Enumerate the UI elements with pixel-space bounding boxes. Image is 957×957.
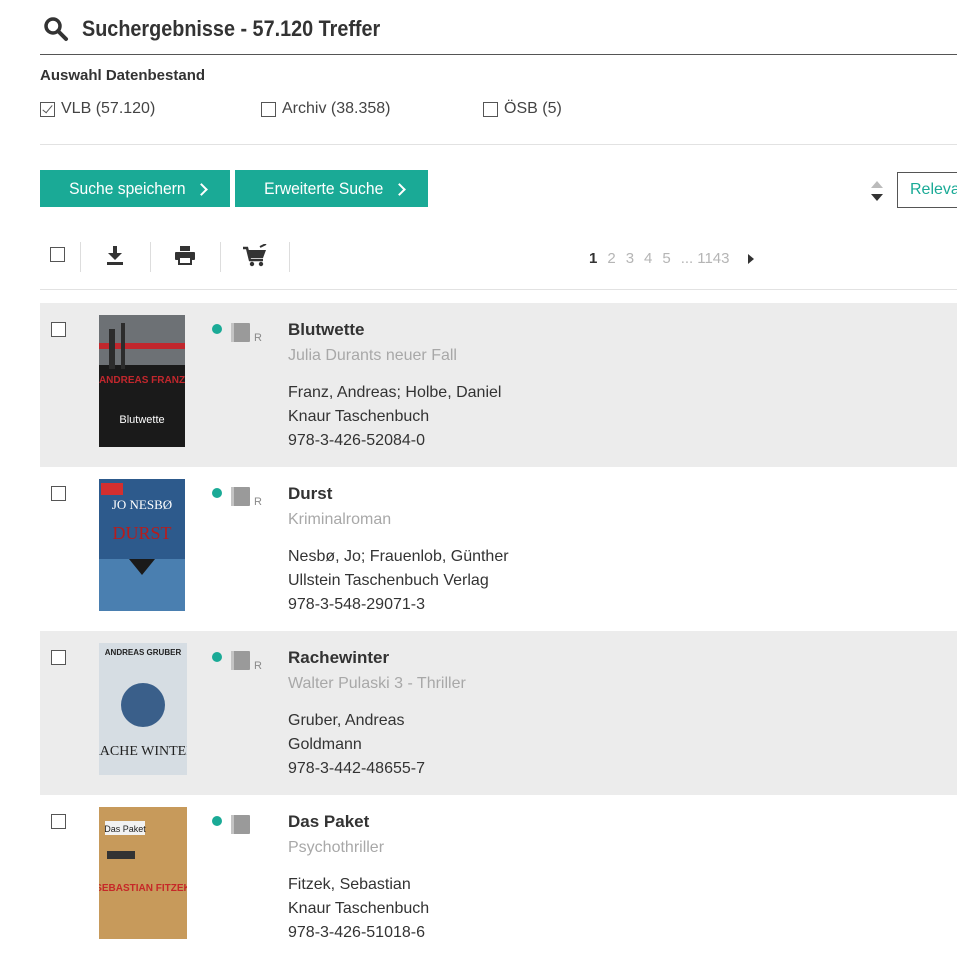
result-isbn: 978-3-426-52084-0: [288, 432, 425, 449]
book-cover[interactable]: JO NESBØ DURST: [99, 479, 185, 611]
availability-dot: [212, 488, 222, 498]
result-checkbox[interactable]: [51, 486, 66, 501]
cart-icon: [243, 244, 267, 267]
result-title[interactable]: Das Paket: [288, 812, 369, 832]
format-mark: R: [254, 496, 262, 508]
cover-title: Blutwette: [119, 414, 164, 426]
dataset-option-label: ÖSB (5): [504, 100, 562, 117]
cover-title: Das Paket: [104, 824, 146, 834]
result-isbn: 978-3-442-48655-7: [288, 760, 425, 777]
dataset-checkbox-osb[interactable]: [483, 101, 498, 117]
cover-author: SEBASTIAN FITZEK: [99, 883, 187, 894]
toolbar-separator: [289, 242, 290, 272]
result-publisher: Ullstein Taschenbuch Verlag: [288, 572, 489, 589]
cart-button[interactable]: [242, 244, 268, 268]
result-isbn: 978-3-426-51018-6: [288, 924, 425, 941]
result-title[interactable]: Blutwette: [288, 320, 365, 340]
advanced-search-label: Erweiterte Suche: [264, 178, 384, 198]
availability-dot: [212, 816, 222, 826]
result-checkbox[interactable]: [51, 322, 66, 337]
result-subtitle: Kriminalroman: [288, 511, 392, 528]
sort-icon[interactable]: [869, 180, 885, 202]
book-icon: [231, 651, 250, 670]
dataset-option-vlb[interactable]: VLB (57.120): [40, 100, 155, 118]
dataset-option-label: Archiv (38.358): [282, 100, 391, 117]
toolbar-separator: [150, 242, 151, 272]
pagination: 1 2 3 4 5 ... 1143: [589, 250, 754, 267]
dataset-option-archiv[interactable]: Archiv (38.358): [261, 100, 391, 118]
availability-dot: [212, 652, 222, 662]
print-button[interactable]: [174, 244, 196, 266]
book-icon: [231, 815, 250, 834]
book-cover[interactable]: Das Paket SEBASTIAN FITZEK: [99, 807, 187, 939]
result-authors: Gruber, Andreas: [288, 712, 405, 729]
select-all-checkbox[interactable]: [50, 247, 65, 262]
format-mark: R: [254, 332, 262, 344]
result-authors: Franz, Andreas; Holbe, Daniel: [288, 384, 502, 401]
sort-select[interactable]: Relevanz: [897, 172, 957, 208]
page-link[interactable]: 5: [662, 250, 670, 267]
availability-dot: [212, 324, 222, 334]
dataset-option-osb[interactable]: ÖSB (5): [483, 100, 562, 118]
cover-author: JO NESBØ: [112, 497, 172, 512]
page-title: Suchergebnisse - 57.120 Treffer: [82, 16, 381, 41]
result-checkbox[interactable]: [51, 650, 66, 665]
page-current[interactable]: 1: [589, 250, 597, 267]
result-title[interactable]: Durst: [288, 484, 332, 504]
cover-author: ANDREAS FRANZ: [99, 375, 185, 386]
chevron-right-icon: [194, 182, 208, 196]
result-row: ANDREAS FRANZ Blutwette R Blutwette Juli…: [40, 303, 957, 467]
book-cover[interactable]: ANDREAS FRANZ Blutwette: [99, 315, 185, 447]
advanced-search-button[interactable]: Erweiterte Suche: [235, 170, 428, 207]
result-subtitle: Walter Pulaski 3 - Thriller: [288, 675, 466, 692]
checkbox[interactable]: [50, 247, 65, 262]
result-publisher: Goldmann: [288, 736, 362, 753]
page-ellipsis: ...: [680, 250, 694, 267]
divider: [40, 144, 957, 145]
dataset-label: Auswahl Datenbestand: [40, 67, 206, 84]
result-subtitle: Psychothriller: [288, 839, 385, 856]
cover-title: RACHE WINTER: [99, 744, 187, 759]
result-authors: Nesbø, Jo; Frauenlob, Günther: [288, 548, 509, 565]
book-icon: [231, 487, 250, 506]
result-publisher: Knaur Taschenbuch: [288, 900, 430, 917]
results-toolbar: [40, 236, 957, 290]
save-search-button[interactable]: Suche speichern: [40, 170, 230, 207]
dataset-checkbox-vlb[interactable]: [40, 101, 55, 117]
page-link[interactable]: 2: [607, 250, 615, 267]
result-subtitle: Julia Durants neuer Fall: [288, 347, 457, 364]
download-icon: [107, 246, 123, 265]
format-mark: R: [254, 660, 262, 672]
result-row: JO NESBØ DURST R Durst Kriminalroman Nes…: [40, 467, 957, 631]
result-isbn: 978-3-548-29071-3: [288, 596, 425, 613]
result-publisher: Knaur Taschenbuch: [288, 408, 430, 425]
dataset-option-label: VLB (57.120): [61, 100, 156, 117]
result-row: Das Paket SEBASTIAN FITZEK Das Paket Psy…: [40, 795, 957, 957]
results-header: Suchergebnisse - 57.120 Treffer: [40, 10, 957, 55]
print-icon: [175, 246, 195, 265]
dataset-checkbox-archiv[interactable]: [261, 101, 276, 117]
book-icon: [231, 323, 250, 342]
result-title[interactable]: Rachewinter: [288, 648, 389, 668]
result-row: ANDREAS GRUBER RACHE WINTER R Rachewinte…: [40, 631, 957, 795]
page-link[interactable]: 3: [626, 250, 634, 267]
result-authors: Fitzek, Sebastian: [288, 876, 411, 893]
chevron-right-icon: [392, 182, 406, 196]
toolbar-separator: [80, 242, 81, 272]
cover-title: DURST: [112, 523, 171, 543]
search-icon: [44, 17, 68, 41]
save-search-label: Suche speichern: [69, 178, 186, 198]
cover-author: ANDREAS GRUBER: [105, 648, 182, 657]
page-last[interactable]: 1143: [697, 250, 729, 267]
download-button[interactable]: [105, 244, 125, 266]
result-checkbox[interactable]: [51, 814, 66, 829]
next-page-icon[interactable]: [747, 253, 754, 264]
book-cover[interactable]: ANDREAS GRUBER RACHE WINTER: [99, 643, 187, 775]
page-link[interactable]: 4: [644, 250, 652, 267]
toolbar-separator: [220, 242, 221, 272]
